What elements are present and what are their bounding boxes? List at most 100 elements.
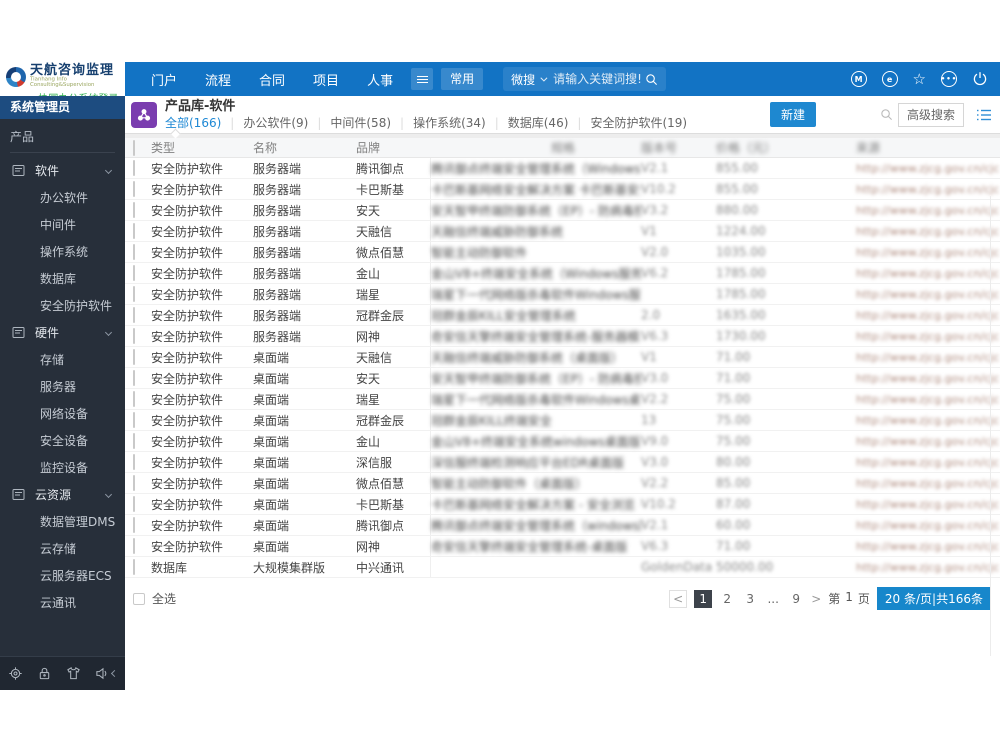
cell-brand: 网神 — [356, 326, 431, 346]
brand-title: 天航咨询监理 — [30, 63, 115, 78]
row-checkbox[interactable] — [133, 307, 135, 323]
page-number[interactable]: 1 — [694, 589, 713, 608]
nav-item[interactable]: 项目 — [299, 70, 353, 89]
row-checkbox[interactable] — [133, 496, 135, 512]
nav-more-menu-icon[interactable] — [411, 68, 434, 90]
page-number[interactable]: 3 — [742, 590, 758, 608]
sidebar-item-label: 数据库 — [40, 272, 77, 286]
row-checkbox[interactable] — [133, 181, 135, 197]
row-checkbox[interactable] — [133, 286, 135, 302]
sidebar-item[interactable]: 监控设备 — [0, 454, 125, 481]
search-mode-selector[interactable]: 微搜 — [511, 71, 535, 88]
nav-item[interactable]: 流程 — [191, 70, 245, 89]
cell-name: 服务器端 — [253, 203, 302, 218]
row-checkbox[interactable] — [133, 160, 135, 176]
row-checkbox[interactable] — [133, 433, 135, 449]
chevron-down-icon[interactable] — [540, 74, 548, 82]
table-row: 安全防护软件 桌面端 金山 金山V8+终端安全系统windows桌面版 V9.0… — [125, 431, 1000, 452]
module-icon — [12, 326, 25, 339]
settings-gear-icon[interactable] — [8, 666, 23, 681]
sidebar-item[interactable]: 数据库 — [0, 265, 125, 292]
row-checkbox[interactable] — [133, 370, 135, 386]
m-badge-icon[interactable]: M — [850, 71, 867, 87]
sidebar-item[interactable]: 硬件 — [0, 319, 125, 346]
select-all-header-checkbox[interactable] — [133, 139, 135, 156]
page-prev-button[interactable]: < — [669, 589, 688, 608]
cell-version-blurred: V3.2 — [641, 203, 669, 217]
cell-version-blurred: V2.1 — [641, 518, 669, 532]
category-tab[interactable]: 办公软件(9) — [221, 116, 308, 130]
nav-item[interactable]: 门户 — [137, 70, 191, 89]
global-search-input[interactable] — [553, 72, 646, 86]
more-options-icon[interactable]: ••• — [941, 71, 957, 87]
lock-icon[interactable] — [37, 666, 52, 681]
row-checkbox[interactable] — [133, 517, 135, 533]
page-next-button[interactable]: > — [811, 592, 821, 606]
row-checkbox[interactable] — [133, 391, 135, 407]
cell-type: 安全防护软件 — [151, 413, 224, 428]
sidebar-item[interactable]: 办公软件 — [0, 184, 125, 211]
page-number[interactable]: ... — [765, 590, 781, 608]
category-tab[interactable]: 中间件(58) — [308, 116, 391, 130]
row-checkbox[interactable] — [133, 559, 135, 575]
cell-name: 服务器端 — [253, 182, 302, 197]
row-checkbox[interactable] — [133, 538, 135, 554]
advanced-search-button[interactable]: 高级搜索 — [897, 102, 964, 127]
sidebar-item[interactable]: 数据管理DMS — [0, 508, 125, 535]
sidebar-item[interactable]: 云通讯 — [0, 589, 125, 616]
list-view-icon[interactable] — [976, 108, 992, 122]
new-button[interactable]: 新建 — [769, 102, 816, 127]
cell-brand: 安天 — [356, 368, 431, 388]
row-checkbox[interactable] — [133, 454, 135, 470]
category-tab[interactable]: 全部(166) — [165, 116, 221, 130]
category-tab[interactable]: 安全防护软件(19) — [568, 116, 687, 130]
table-row: 安全防护软件 桌面端 天融信 天融信终端威胁防御系统（桌面版） V1 71.00… — [125, 347, 1000, 368]
table-search-input[interactable] — [823, 107, 880, 122]
sidebar-item[interactable]: 安全防护软件 — [0, 292, 125, 319]
page-size-badge[interactable]: 20 条/页|共166条 — [876, 587, 991, 610]
cell-type: 安全防护软件 — [151, 245, 224, 260]
favorites-star-icon[interactable]: ☆ — [913, 71, 926, 87]
sound-speaker-icon[interactable] — [95, 666, 119, 681]
nav-item[interactable]: 人事 — [353, 70, 407, 89]
row-checkbox[interactable] — [133, 475, 135, 491]
row-checkbox[interactable] — [133, 328, 135, 344]
row-checkbox[interactable] — [133, 265, 135, 281]
page-number[interactable]: 2 — [719, 590, 735, 608]
cell-brand: 网神 — [356, 536, 431, 556]
nav-item[interactable]: 合同 — [245, 70, 299, 89]
sidebar-item[interactable]: 存储 — [0, 346, 125, 373]
category-tab[interactable]: 数据库(46) — [486, 116, 569, 130]
sidebar-item[interactable]: 操作系统 — [0, 238, 125, 265]
row-checkbox[interactable] — [133, 223, 135, 239]
sidebar-item[interactable]: 中间件 — [0, 211, 125, 238]
power-logout-icon[interactable] — [972, 71, 988, 87]
scrollbar-track[interactable] — [990, 196, 991, 656]
collapse-chevron-icon[interactable] — [110, 669, 119, 678]
sidebar-item[interactable]: 服务器 — [0, 373, 125, 400]
theme-shirt-icon[interactable] — [66, 666, 81, 681]
category-tab[interactable]: 操作系统(34) — [391, 116, 486, 130]
nav-item-pinned[interactable]: 常用 — [441, 68, 484, 90]
row-checkbox[interactable] — [133, 244, 135, 260]
row-checkbox[interactable] — [133, 349, 135, 365]
cell-type: 安全防护软件 — [151, 392, 224, 407]
select-all-checkbox[interactable] — [133, 592, 145, 605]
cell-source-blurred: http://www.zjcg.gov.cn/cjcg/ — [856, 287, 1000, 301]
sidebar-item[interactable]: 云存储 — [0, 535, 125, 562]
table-search-icon[interactable] — [880, 108, 893, 121]
sidebar-item[interactable]: 云服务器ECS — [0, 562, 125, 589]
sidebar-item[interactable]: 网络设备 — [0, 400, 125, 427]
sidebar-item[interactable]: 安全设备 — [0, 427, 125, 454]
cell-spec-blurred: 天融信终端威胁防御系统（桌面版） — [431, 350, 624, 365]
cell-version-blurred: V1 — [641, 350, 657, 364]
row-checkbox[interactable] — [133, 412, 135, 428]
search-icon[interactable] — [645, 73, 658, 86]
row-checkbox[interactable] — [133, 202, 135, 218]
page-number[interactable]: 9 — [788, 590, 804, 608]
jump-page-value[interactable]: 1 — [845, 590, 853, 607]
sidebar-item[interactable]: 云资源 — [0, 481, 125, 508]
feedback-icon[interactable]: e — [881, 71, 898, 87]
sidebar-item[interactable]: 软件 — [0, 157, 125, 184]
cell-version-blurred: 2.0 — [641, 308, 661, 322]
